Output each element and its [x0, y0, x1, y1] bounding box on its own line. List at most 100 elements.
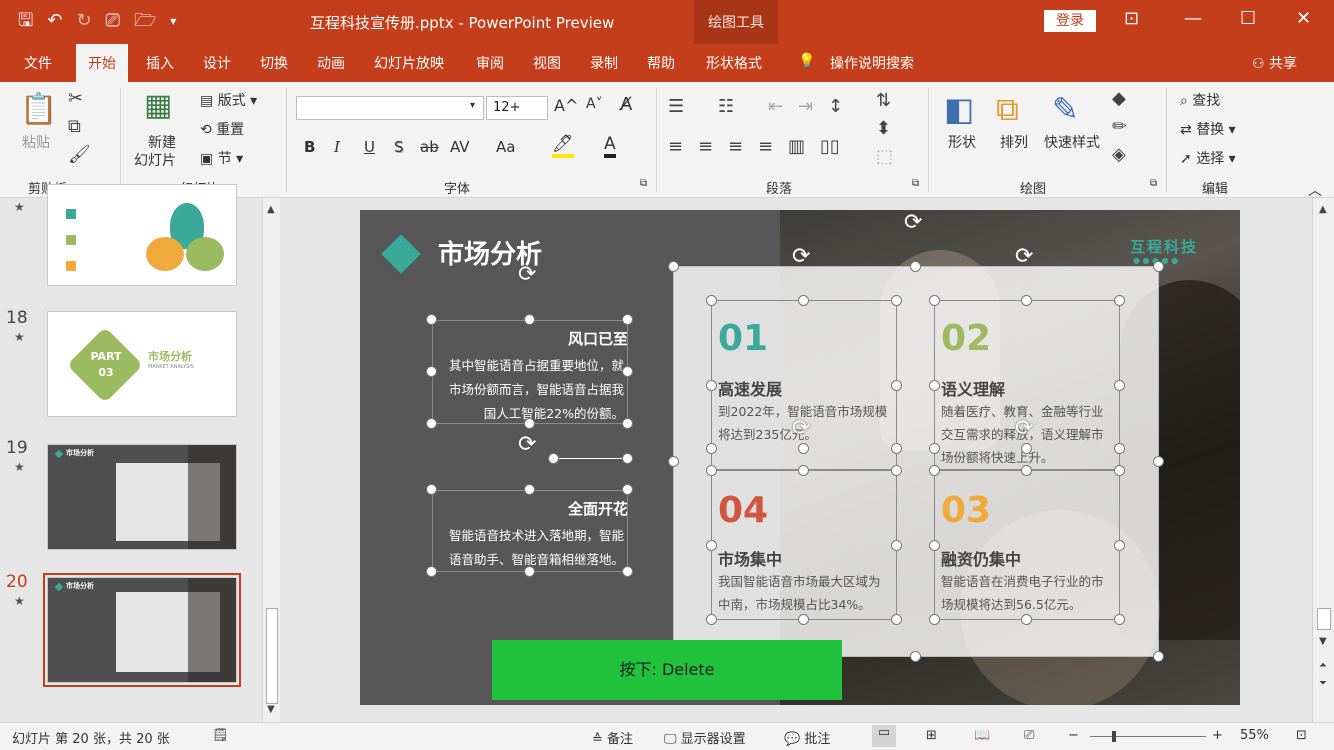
- scroll-up-icon[interactable]: ▲: [267, 204, 275, 215]
- section-button[interactable]: ▣ 节 ▾: [200, 148, 243, 168]
- resize-handle[interactable]: [1021, 295, 1032, 306]
- resize-handle[interactable]: [524, 314, 535, 325]
- resize-handle[interactable]: [706, 614, 717, 625]
- tab-insert[interactable]: 插入: [146, 53, 174, 73]
- align-left-icon[interactable]: ≡: [668, 136, 683, 157]
- scroll-up-icon[interactable]: ▲: [1319, 204, 1327, 215]
- font-color-icon[interactable]: A: [604, 134, 616, 158]
- comments-button[interactable]: 💬 批注: [784, 728, 830, 747]
- copy-icon[interactable]: ⧉: [68, 116, 81, 137]
- resize-handle[interactable]: [1114, 614, 1125, 625]
- close-icon[interactable]: ✕: [1296, 8, 1311, 29]
- resize-handle[interactable]: [426, 314, 437, 325]
- shapes-button[interactable]: 形状: [948, 132, 976, 152]
- select-button[interactable]: ➚ 选择 ▾: [1180, 148, 1236, 168]
- font-name-dropdown-icon[interactable]: ▾: [470, 100, 475, 111]
- new-slide-icon[interactable]: ▦: [144, 88, 172, 123]
- zoom-slider-knob[interactable]: [1112, 731, 1116, 742]
- resize-handle[interactable]: [706, 295, 717, 306]
- resize-handle[interactable]: [622, 418, 633, 429]
- shape-outline-icon[interactable]: ✏: [1112, 116, 1127, 137]
- tab-transitions[interactable]: 切换: [260, 53, 288, 73]
- resize-handle[interactable]: [1021, 465, 1032, 476]
- previous-slide-icon[interactable]: ⏶: [1319, 660, 1327, 671]
- fit-to-window-icon[interactable]: ⊡: [1296, 728, 1307, 743]
- resize-handle[interactable]: [929, 443, 940, 454]
- scroll-down-icon[interactable]: ▼: [1319, 636, 1327, 647]
- resize-handle[interactable]: [524, 566, 535, 577]
- smartart-icon[interactable]: ⬚: [876, 146, 893, 167]
- cut-icon[interactable]: ✂: [68, 88, 83, 109]
- ribbon-display-icon[interactable]: ⊡: [1124, 8, 1139, 29]
- accessibility-icon[interactable]: 🗒: [212, 728, 229, 743]
- shadow-button[interactable]: S: [394, 138, 404, 156]
- arrange-button[interactable]: 排列: [1000, 132, 1028, 152]
- quick-styles-icon[interactable]: ✎: [1052, 90, 1079, 128]
- resize-handle[interactable]: [548, 453, 559, 464]
- quick-styles-button[interactable]: 快速样式: [1044, 132, 1100, 152]
- resize-handle[interactable]: [426, 418, 437, 429]
- rotate-handle-icon[interactable]: ⟳: [792, 416, 810, 441]
- resize-handle[interactable]: [1153, 456, 1164, 467]
- reset-button[interactable]: ⟲ 重置: [200, 119, 244, 139]
- undo-icon[interactable]: ↶: [47, 8, 62, 34]
- thumbnails-scrollbar[interactable]: ▲ ▼: [262, 198, 280, 722]
- font-dialog-launcher-icon[interactable]: ⧉: [640, 178, 647, 189]
- normal-view-icon[interactable]: ▭: [872, 725, 896, 747]
- slide-thumbnail-18[interactable]: PART 03 市场分析 MARKET ANALYSIS: [47, 311, 237, 417]
- resize-handle[interactable]: [798, 443, 809, 454]
- resize-handle[interactable]: [426, 566, 437, 577]
- paste-icon[interactable]: 📋: [20, 92, 57, 127]
- numbering-icon[interactable]: ☷: [718, 96, 734, 117]
- resize-handle[interactable]: [1114, 380, 1125, 391]
- resize-handle[interactable]: [798, 295, 809, 306]
- connector-line[interactable]: [550, 458, 628, 459]
- tab-animations[interactable]: 动画: [317, 53, 345, 73]
- italic-button[interactable]: I: [334, 138, 340, 156]
- shrink-font-icon[interactable]: A˅: [586, 96, 603, 112]
- present-icon[interactable]: ⎚: [106, 8, 120, 34]
- resize-handle[interactable]: [706, 465, 717, 476]
- resize-handle[interactable]: [622, 314, 633, 325]
- resize-handle[interactable]: [891, 380, 902, 391]
- resize-handle[interactable]: [798, 465, 809, 476]
- resize-handle[interactable]: [524, 484, 535, 495]
- change-case-button[interactable]: Aa: [496, 138, 515, 156]
- resize-handle[interactable]: [891, 614, 902, 625]
- highlight-icon[interactable]: 🖊: [552, 134, 574, 158]
- resize-handle[interactable]: [910, 651, 921, 662]
- tab-view[interactable]: 视图: [533, 53, 561, 73]
- slideshow-view-icon[interactable]: ⎚: [1024, 728, 1034, 743]
- line-spacing-icon[interactable]: ↕: [828, 96, 843, 117]
- current-slide[interactable]: 市场分析 互程科技 ● ● ● ● ● 风口已至 其中智能语音占据重要地位，就市…: [360, 210, 1240, 705]
- tab-help[interactable]: 帮助: [647, 53, 675, 73]
- resize-handle[interactable]: [668, 261, 679, 272]
- canvas-scrollbar[interactable]: ▲ ▼ ⏶ ⏷: [1312, 198, 1334, 722]
- rotate-handle-icon[interactable]: ⟳: [904, 210, 922, 235]
- maximize-icon[interactable]: ☐: [1240, 8, 1256, 29]
- resize-handle[interactable]: [668, 456, 679, 467]
- resize-handle[interactable]: [426, 366, 437, 377]
- share-button[interactable]: ⚇ 共享: [1252, 53, 1297, 73]
- scroll-down-icon[interactable]: ▼: [267, 704, 275, 715]
- align-center-icon[interactable]: ≡: [698, 136, 713, 157]
- paste-button[interactable]: 粘贴: [22, 132, 50, 152]
- resize-handle[interactable]: [1114, 295, 1125, 306]
- resize-handle[interactable]: [929, 465, 940, 476]
- notes-button[interactable]: ≙ 备注: [592, 728, 633, 747]
- resize-handle[interactable]: [798, 614, 809, 625]
- new-slide-label-2[interactable]: 幻灯片: [134, 150, 176, 170]
- redo-icon[interactable]: ↻: [76, 8, 91, 34]
- customize-qat-icon[interactable]: ▾: [170, 8, 176, 34]
- collapse-ribbon-icon[interactable]: ︿: [1308, 180, 1322, 200]
- resize-handle[interactable]: [1021, 614, 1032, 625]
- shapes-icon[interactable]: ◧: [944, 90, 974, 128]
- slide-thumbnail-20[interactable]: 市场分析: [43, 573, 241, 687]
- char-spacing-button[interactable]: AV: [450, 138, 470, 156]
- rotate-handle-icon[interactable]: ⟳: [1015, 244, 1033, 269]
- align-right-icon[interactable]: ≡: [728, 136, 743, 157]
- underline-button[interactable]: U: [364, 138, 375, 156]
- resize-handle[interactable]: [891, 465, 902, 476]
- text-direction-icon[interactable]: ⇅: [876, 90, 891, 111]
- zoom-slider-track[interactable]: [1090, 736, 1206, 737]
